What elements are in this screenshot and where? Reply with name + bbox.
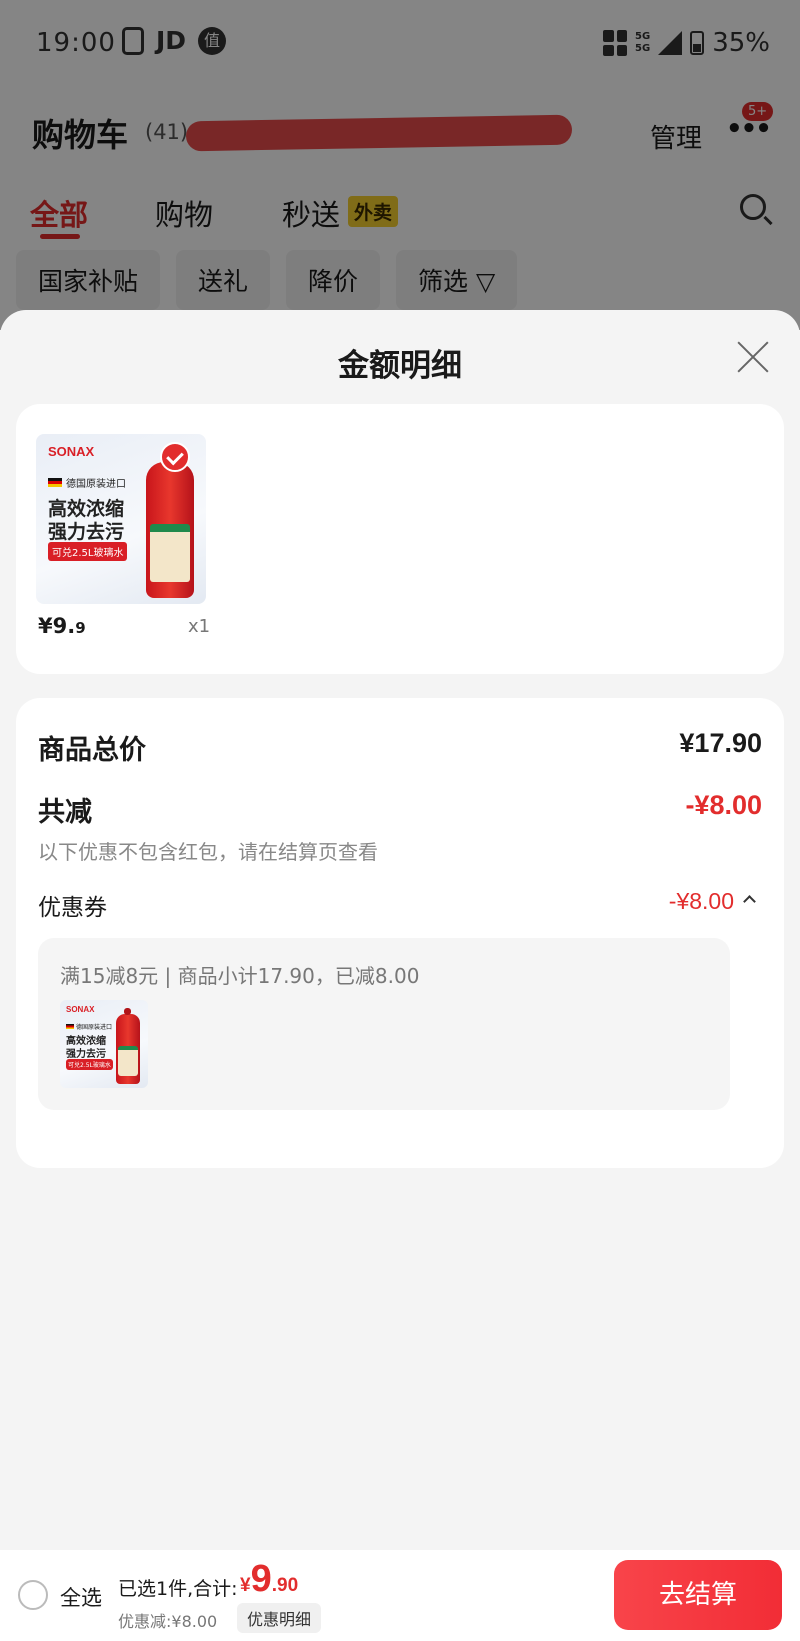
modal-overlay[interactable] (0, 0, 800, 330)
discount-detail-button[interactable]: 优惠明细 (237, 1603, 322, 1633)
coupon-description: 满15减8元 | 商品小计17.90，已减8.00 (60, 964, 420, 988)
product-origin: 德国原装进口 (76, 1024, 113, 1031)
select-all-checkbox[interactable] (18, 1580, 48, 1610)
bottle-graphic (146, 450, 194, 598)
select-all-label[interactable]: 全选 (60, 1582, 102, 1612)
selected-summary: 已选1件,合计: (118, 1578, 238, 1600)
product-tag: 可兑2.5L玻璃水 (66, 1059, 113, 1070)
bottle-graphic (116, 1008, 140, 1084)
total-price-label: 商品总价 (38, 735, 146, 766)
coupon-detail-box: 满15减8元 | 商品小计17.90，已减8.00 SONAX 德国原装进口 高… (38, 938, 730, 1110)
chevron-up-icon[interactable] (743, 895, 756, 908)
total-price-value: ¥17.90 (679, 728, 762, 758)
german-flag-icon (66, 1024, 74, 1029)
selected-check-icon[interactable] (160, 442, 190, 472)
product-slogan-2: 强力去污 (48, 521, 125, 543)
total-amount: ¥9.90 (240, 1558, 299, 1600)
coupon-value[interactable]: -¥8.00 (669, 888, 734, 915)
price-summary-card: 商品总价 ¥17.90 共减 -¥8.00 以下优惠不包含红包，请在结算页查看 … (16, 698, 784, 1168)
product-quantity: x1 (188, 616, 211, 637)
coupon-product-thumbnail: SONAX 德国原装进口 高效浓缩 强力去污 可兑2.5L玻璃水 (60, 1000, 148, 1088)
coupon-label: 优惠券 (38, 895, 107, 921)
product-origin: 德国原装进口 (66, 479, 126, 490)
product-price: ¥9.9 (38, 614, 86, 638)
product-card: SONAX 德国原装进口 高效浓缩 强力去污 可兑2.5L玻璃水 ¥9.9 x1 (16, 404, 784, 674)
german-flag-icon (48, 478, 62, 487)
checkout-button[interactable]: 去结算 (614, 1560, 782, 1630)
discount-amount: 优惠减:¥8.00 (118, 1612, 218, 1631)
reduction-note: 以下优惠不包含红包，请在结算页查看 (38, 840, 378, 864)
checkout-bar: 全选 已选1件,合计: ¥9.90 优惠减:¥8.00 优惠明细 去结算 (0, 1550, 800, 1641)
total-reduction-value: -¥8.00 (685, 790, 762, 820)
product-brand: SONAX (48, 444, 95, 459)
product-slogan-2: 强力去污 (66, 1049, 106, 1060)
product-tag: 可兑2.5L玻璃水 (48, 542, 128, 561)
total-reduction-label: 共减 (38, 797, 92, 828)
sheet-title: 金额明细 (338, 348, 462, 384)
amount-detail-sheet: 金额明细 SONAX 德国原装进口 高效浓缩 强力去污 可兑2.5L玻璃水 ¥9… (0, 310, 800, 1550)
product-brand: SONAX (66, 1005, 95, 1014)
close-icon[interactable] (736, 340, 770, 374)
